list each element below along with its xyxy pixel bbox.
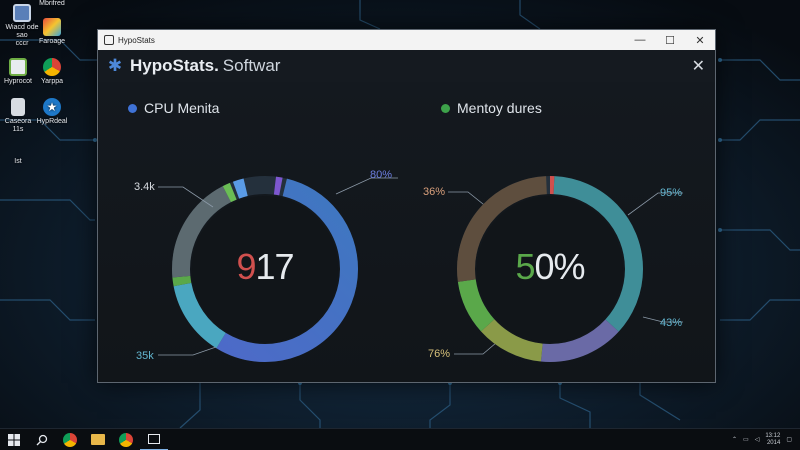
app-brand-subtitle: Softwar <box>222 56 281 75</box>
clock-time: 13:12 <box>765 432 781 439</box>
memory-center-green: 5 <box>515 246 535 287</box>
desktop-icon-label: Yarppa <box>40 78 64 85</box>
hypostats-window: HypoStats — ☐ ✕ ✱ HypoStats. Softwar ✕ C… <box>97 29 716 383</box>
recycle-bin-icon <box>11 98 25 116</box>
memory-callout-right-top: 95% <box>660 187 683 199</box>
desktop-icon-5[interactable]: Yarppa <box>30 58 74 86</box>
chrome-icon[interactable] <box>56 429 84 450</box>
memory-callout-left-top: 36% <box>423 186 446 198</box>
desktop-icon-label: Faroage <box>38 38 66 45</box>
monitor-icon <box>13 4 31 22</box>
app-header: ✱ HypoStats. Softwar ✕ <box>98 50 715 82</box>
maximize-button[interactable]: ☐ <box>655 30 685 50</box>
tray-up-arrow-icon[interactable]: ⌃ <box>732 436 737 443</box>
header-close-button[interactable]: ✕ <box>692 56 705 76</box>
memory-panel-title: Mentoy dures <box>441 100 542 116</box>
desktop-icon-label: Mbrifred <box>39 0 65 7</box>
volume-icon[interactable]: ◁ <box>755 436 760 443</box>
minimize-button[interactable]: — <box>625 30 655 50</box>
app-icon[interactable] <box>140 429 168 450</box>
windows-start-icon[interactable] <box>0 429 28 450</box>
dashboard-content: CPU Menita 917 3.4k 80% 35k Mentoy dures… <box>98 82 715 382</box>
notifications-icon[interactable]: ▢ <box>786 436 792 443</box>
file-explorer-icon[interactable] <box>84 429 112 450</box>
leaf-app-icon <box>9 58 27 76</box>
app-brand: HypoStats. <box>130 56 219 75</box>
star-app-icon: ★ <box>43 98 61 116</box>
colorful-app-icon <box>43 18 61 36</box>
network-icon[interactable]: ▭ <box>743 436 749 443</box>
window-titlebar[interactable]: HypoStats — ☐ ✕ <box>98 30 715 50</box>
desktop-icon-2[interactable]: Mbrifred <box>30 0 74 8</box>
system-tray: ⌃ ▭ ◁ 13:12 2014 ▢ <box>732 433 800 447</box>
chrome-icon-2[interactable] <box>112 429 140 450</box>
close-button[interactable]: ✕ <box>685 30 715 50</box>
memory-center-rest: 0% <box>534 246 586 287</box>
search-icon[interactable] <box>28 429 56 450</box>
window-title: HypoStats <box>118 35 155 45</box>
desktop-icon-label: HypRdeal <box>36 118 68 125</box>
memory-legend-dot <box>441 103 450 113</box>
memory-panel-label: Mentoy dures <box>457 100 542 116</box>
cpu-callout-right-top: 80% <box>370 169 393 181</box>
desktop-icon-label: Caseora 11s <box>4 118 32 133</box>
desktop-icon-3[interactable]: Faroage <box>30 18 74 46</box>
desktop-icon-label: Hyprocot <box>3 78 32 85</box>
chrome-icon <box>43 58 61 76</box>
taskbar: ⌃ ▭ ◁ 13:12 2014 ▢ <box>0 428 800 450</box>
desktop-icon-7[interactable]: ★ HypRdeal <box>30 98 74 126</box>
memory-callout-left-bottom: 76% <box>428 348 451 360</box>
cpu-callout-left-top: 3.4k <box>134 181 155 193</box>
clock[interactable]: 13:12 2014 <box>765 433 780 447</box>
cpu-callout-left-bottom: 35k <box>136 350 154 362</box>
desktop-icon-label: Ist <box>14 158 22 165</box>
memory-center-value: 50% <box>490 246 610 288</box>
desktop-icon-8[interactable]: Ist <box>0 158 40 166</box>
memory-callout-right-bottom: 43% <box>660 317 683 329</box>
clock-date: 2014 <box>766 439 781 446</box>
app-window-icon <box>104 35 114 45</box>
gear-logo-icon: ✱ <box>107 56 123 75</box>
